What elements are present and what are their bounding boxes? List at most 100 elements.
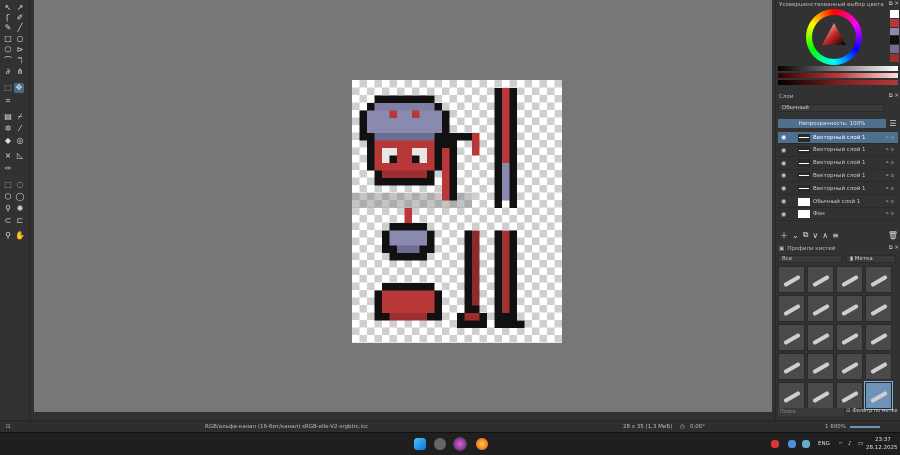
rotation-value[interactable]: 0,00° — [690, 424, 705, 430]
visibility-eye-icon[interactable]: ◉ — [781, 160, 786, 167]
firefox-icon[interactable] — [476, 438, 488, 450]
brush-preset[interactable] — [778, 295, 805, 322]
layer-row[interactable]: ◉ Фон ⚭ α — [778, 209, 898, 221]
lock-icon[interactable]: ⊡ — [6, 424, 11, 430]
add-layer-icon[interactable]: ＋ — [780, 230, 788, 241]
magnetic-select-icon[interactable]: ⊏ — [15, 216, 25, 226]
multibrush-icon[interactable]: ⋔ — [15, 67, 25, 77]
move-tool-icon[interactable]: ✥ — [14, 83, 24, 93]
clock-date[interactable]: 28.12.2025 — [866, 445, 898, 451]
colorize-mask-icon[interactable]: ◎ — [15, 136, 25, 146]
color-triangle[interactable] — [820, 21, 848, 49]
brush-preset[interactable] — [807, 295, 834, 322]
bezier-select-icon[interactable]: ⊂ — [3, 216, 13, 226]
layer-menu-icon[interactable]: ☰ — [888, 119, 898, 129]
brush-preset[interactable] — [836, 295, 863, 322]
visibility-eye-icon[interactable]: ◉ — [781, 211, 786, 218]
brush-preset[interactable] — [865, 295, 892, 322]
freehand-path-icon[interactable]: ℸ — [15, 56, 25, 66]
brush-filter-select[interactable]: Все — [778, 255, 842, 263]
polygon-select-icon[interactable]: ⬡ — [3, 192, 13, 202]
pan-tool-icon[interactable]: ✋ — [15, 231, 25, 241]
docker-float-icon[interactable]: ⧉ ✕ — [889, 1, 899, 8]
layer-row[interactable]: ◉ Векторный слой 1 ⚭ α — [778, 183, 898, 196]
visibility-eye-icon[interactable]: ◉ — [781, 134, 786, 141]
filter-by-tag-checkbox[interactable]: ☑ Фильтр по метке — [846, 408, 898, 414]
similar-select-icon[interactable]: ✺ — [15, 204, 25, 214]
layer-props[interactable]: ⚭ α — [885, 211, 894, 217]
pixel-art-image[interactable] — [352, 80, 562, 343]
rotate-icon[interactable]: ◷ — [680, 424, 685, 430]
brush-preset[interactable] — [865, 353, 892, 380]
layer-properties-icon[interactable]: ≡ — [832, 231, 839, 240]
ellipse-select-icon[interactable]: ◌ — [15, 180, 25, 190]
krita-app-icon[interactable] — [453, 437, 467, 451]
visibility-eye-icon[interactable]: ◉ — [781, 198, 786, 205]
smart-patch-icon[interactable]: ✲ — [3, 124, 13, 134]
canvas-area[interactable] — [34, 0, 772, 412]
brush-tag-select[interactable]: ▮ Метка — [846, 255, 896, 263]
contiguous-select-icon[interactable]: ⚲ — [3, 204, 13, 214]
brush-preset[interactable] — [807, 382, 834, 409]
brush-preset[interactable] — [807, 266, 834, 293]
fill-tool-icon[interactable]: ◆ — [3, 136, 13, 146]
ellipse-tool-icon[interactable]: ○ — [15, 34, 25, 44]
brush-preset[interactable] — [807, 324, 834, 351]
rect-select-icon[interactable]: ⬚ — [3, 180, 13, 190]
measure-tool-icon[interactable]: ◺ — [15, 151, 25, 161]
windows-start-icon[interactable] — [414, 438, 426, 450]
brush-preset[interactable] — [864, 381, 893, 410]
battery-icon[interactable]: ▭ — [858, 441, 863, 447]
text-tool-icon[interactable]: Ꞅ — [3, 13, 13, 23]
layers-float-icon[interactable]: ⧉ ✕ — [889, 93, 899, 100]
rectangle-tool-icon[interactable]: □ — [3, 34, 13, 44]
color-wheel[interactable] — [806, 9, 862, 65]
brush-tool-icon[interactable]: ✎ — [3, 23, 13, 33]
layer-row[interactable]: ◉ Векторный слой 1 ⚭ α — [778, 132, 898, 144]
freehand-select-icon[interactable]: ◯ — [15, 192, 25, 202]
brush-search-input[interactable]: Поиск — [778, 408, 844, 416]
layer-props[interactable]: ⚭ α — [885, 135, 894, 141]
layer-props[interactable]: ⚭ α — [885, 173, 894, 179]
clock-time[interactable]: 23:37 — [875, 437, 891, 443]
delete-layer-icon[interactable]: 🗑 — [888, 231, 898, 240]
brushes-float-icon[interactable]: ⧉ ✕ — [889, 245, 899, 252]
duplicate-layer-icon[interactable]: ⧉ — [803, 230, 809, 240]
move-up-icon[interactable]: ∧ — [822, 231, 828, 240]
brush-preset[interactable] — [836, 324, 863, 351]
zoom-value[interactable]: 1 600% — [825, 424, 846, 430]
layer-row[interactable]: ◉ Обычный слой 1 ⚭ α — [778, 196, 898, 208]
edit-shapes-icon[interactable]: ↗ — [15, 3, 25, 13]
lightness-bar[interactable] — [778, 80, 898, 85]
bezier-tool-icon[interactable]: ⌒ — [3, 56, 13, 66]
visibility-eye-icon[interactable]: ◉ — [781, 147, 786, 154]
assistant-tool-icon[interactable]: ⁄ — [15, 124, 25, 134]
layer-row[interactable]: ◉ Векторный слой 1 ⚭ α — [778, 145, 898, 157]
saturation-bar[interactable] — [778, 73, 898, 78]
value-bar[interactable] — [778, 66, 898, 71]
polyline-tool-icon[interactable]: ⊳ — [15, 45, 25, 55]
line-tool-icon[interactable]: ╱ — [15, 23, 25, 33]
layer-props[interactable]: ⚭ α — [885, 160, 894, 166]
blend-mode-select[interactable]: Обычный — [778, 104, 884, 112]
color-history[interactable] — [890, 10, 899, 62]
volume-icon[interactable]: ♪ — [848, 441, 852, 447]
reference-tool-icon[interactable]: ✑ — [3, 164, 13, 174]
tray-app3-icon[interactable] — [802, 440, 810, 448]
brush-preset[interactable] — [778, 382, 805, 409]
layer-type-menu-icon[interactable]: ⌄ — [792, 231, 799, 240]
brush-preset[interactable] — [807, 353, 834, 380]
checkbox-icon[interactable]: ☑ — [846, 408, 850, 414]
calligraphy-icon[interactable]: ✐ — [15, 13, 25, 23]
layer-props[interactable]: ⚭ α — [885, 199, 894, 205]
tray-app-icon[interactable] — [771, 440, 779, 448]
tray-app2-icon[interactable] — [788, 440, 796, 448]
brush-preset[interactable] — [865, 324, 892, 351]
gradient-tool-icon[interactable]: ▤ — [3, 112, 13, 122]
brush-preset[interactable] — [865, 266, 892, 293]
brush-preset[interactable] — [836, 382, 863, 409]
zoom-slider[interactable] — [850, 426, 880, 428]
layer-row[interactable]: ◉ Векторный слой 1 ⚭ α — [778, 170, 898, 183]
brush-preset[interactable] — [778, 266, 805, 293]
dynamic-brush-icon[interactable]: ∂ — [3, 67, 13, 77]
